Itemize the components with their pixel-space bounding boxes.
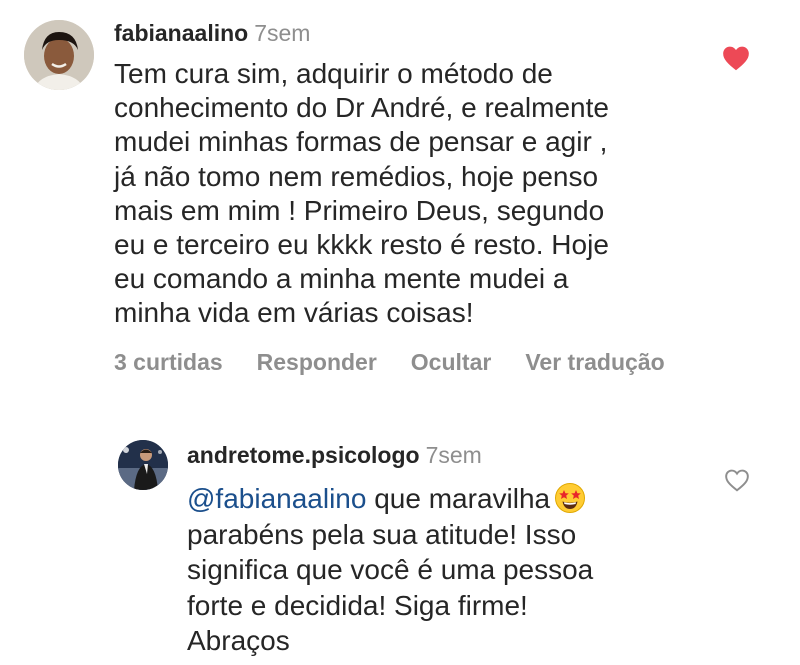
reply-avatar[interactable] (118, 440, 168, 490)
heart-outline-icon[interactable] (724, 468, 750, 492)
avatar[interactable] (24, 20, 94, 90)
translate-button[interactable]: Ver tradução (525, 347, 664, 377)
comment-line: eu e terceiro eu kkkk resto é resto. Hoj… (114, 229, 609, 261)
mention-link[interactable]: @fabianaalino (187, 483, 366, 514)
reply-line: Abraços (187, 625, 290, 657)
comment-header: fabianaalino 7sem (114, 18, 310, 48)
star-struck-emoji-icon (554, 482, 586, 514)
comment-line: minha vida em várias coisas! (114, 297, 474, 329)
comment-line: já não tomo nem remédios, hoje penso (114, 160, 599, 192)
comment-line: Tem cura sim, adquirir o método de (114, 58, 553, 89)
comment-time: 7sem (254, 20, 311, 46)
reply-line: significa que você é uma pessoa (187, 554, 594, 586)
reply-time: 7sem (425, 442, 482, 468)
reply-line: forte e decidida! Siga firme! (187, 589, 528, 621)
reply-button[interactable]: Responder (257, 347, 377, 377)
comment-actions: 3 curtidas Responder Ocultar Ver tradução (114, 347, 699, 377)
hide-button[interactable]: Ocultar (411, 347, 492, 377)
comment-line: conhecimento do Dr André, e realmente (114, 92, 609, 124)
comment-body: Tem cura sim, adquirir o método de conhe… (114, 57, 694, 331)
comment-username[interactable]: fabianaalino (114, 20, 248, 46)
likes-count-link[interactable]: 3 curtidas (114, 347, 223, 377)
user-photo-icon (24, 20, 94, 90)
like-heart-icon[interactable] (722, 45, 750, 71)
reply-username[interactable]: andretome.psicologo (187, 442, 420, 468)
reply-text: que maravilha (366, 483, 551, 514)
comment-line: eu comando a minha mente mudei a (114, 263, 569, 295)
comment-line: mudei minhas formas de pensar e agir , (114, 126, 608, 158)
reply-first-line: @fabianaalino que maravilha (187, 481, 707, 517)
reply-header: andretome.psicologo 7sem (187, 440, 482, 470)
user-photo-icon (118, 440, 168, 490)
comment-line: mais em mim ! Primeiro Deus, segundo (114, 194, 605, 226)
reply-body: @fabianaalino que maravilha parabéns pel… (187, 481, 707, 659)
reply-line: parabéns pela sua atitude! Isso (187, 518, 577, 550)
